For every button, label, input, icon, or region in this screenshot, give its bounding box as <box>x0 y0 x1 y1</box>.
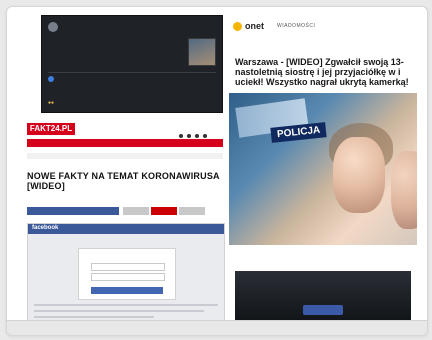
fakt24-article: FAKT24.PL NOWE FAKTY NA TEMAT KORONAWIRU… <box>27 121 223 219</box>
fakt24-logo: FAKT24.PL <box>27 123 75 135</box>
login-form <box>78 248 176 300</box>
article-photo: POLICJA <box>229 93 417 245</box>
password-field[interactable] <box>91 273 165 281</box>
fakt24-nav-icons <box>179 125 219 138</box>
caption-bar <box>7 320 427 335</box>
dark-social-post: ●● <box>41 15 223 113</box>
footer-line-1 <box>34 304 218 306</box>
onet-brand: onet <box>245 21 264 31</box>
share-gray-button-2[interactable] <box>179 207 205 215</box>
avatar <box>48 22 58 32</box>
email-field[interactable] <box>91 263 165 271</box>
onet-section: WIADOMOŚCI <box>277 23 316 29</box>
fakt24-subnav <box>27 153 223 159</box>
video-button[interactable] <box>303 305 343 315</box>
share-gray-button-1[interactable] <box>123 207 149 215</box>
photo-face <box>333 137 385 213</box>
onet-logo: onet WIADOMOŚCI <box>233 21 353 35</box>
onet-dot-icon <box>233 22 242 31</box>
fakt24-headline: NOWE FAKTY NA TEMAT KORONAWIRUSA [WIDEO] <box>27 171 220 191</box>
share-red-button[interactable] <box>151 207 177 215</box>
photo-face-secondary <box>391 151 417 229</box>
article-headline: Warszawa - [WIDEO] Zgwałcił swoją 13-nas… <box>235 57 409 87</box>
post-info-notice <box>48 72 216 94</box>
info-icon <box>48 76 54 82</box>
footer-line-2 <box>34 310 204 312</box>
footer-line-3 <box>34 316 154 318</box>
screenshot-frame: ●● onet WIADOMOŚCI Warszawa - [WIDEO] Zg… <box>6 6 428 336</box>
login-button[interactable] <box>91 287 163 294</box>
facebook-brand: facebook <box>32 225 59 231</box>
fakt24-redbar <box>27 139 223 147</box>
post-thumbnail <box>188 38 216 66</box>
share-facebook-button[interactable] <box>27 207 119 215</box>
facebook-login-page: facebook <box>27 223 225 329</box>
facebook-topbar: facebook <box>28 224 224 234</box>
post-header <box>48 22 216 32</box>
onet-article: onet WIADOMOŚCI Warszawa - [WIDEO] Zgwał… <box>229 15 417 331</box>
reactions-icon: ●● <box>48 100 55 106</box>
share-bar <box>27 207 223 215</box>
